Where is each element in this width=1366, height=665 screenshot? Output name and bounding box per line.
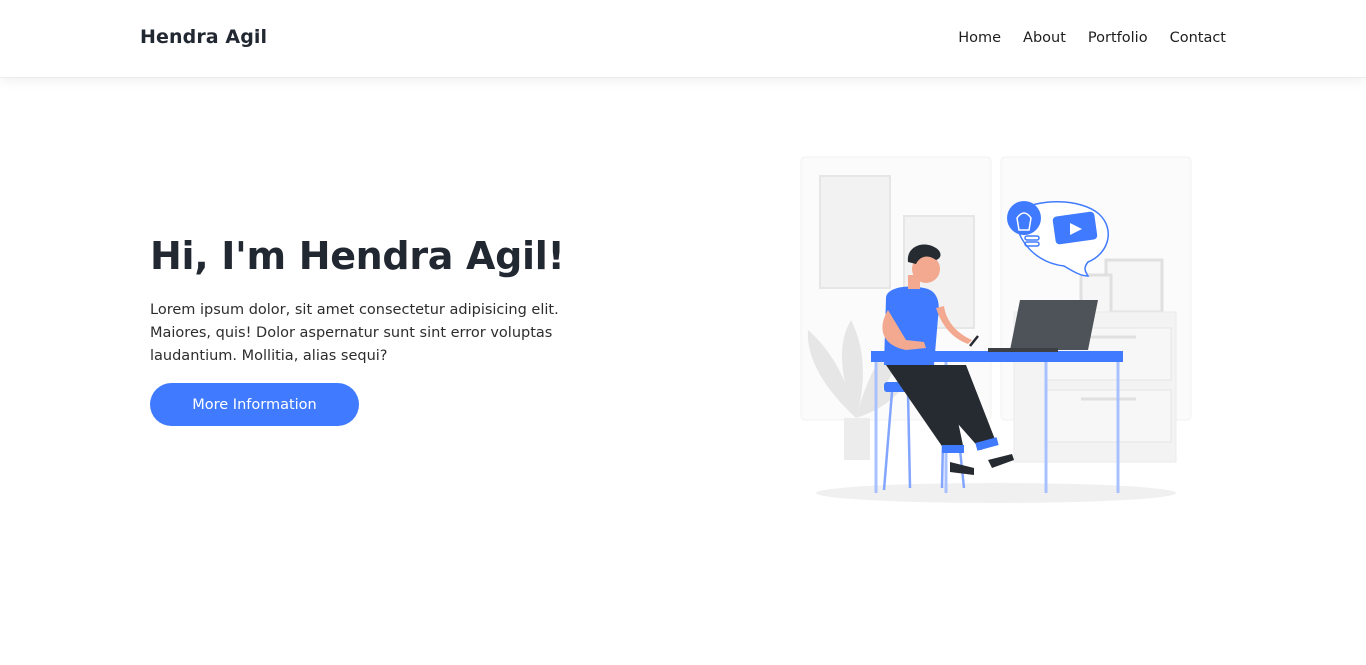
hero-description: Lorem ipsum dolor, sit amet consectetur … (150, 302, 559, 364)
nav-link-contact[interactable]: Contact (1170, 30, 1226, 46)
navbar: Hendra Agil Home About Portfolio Contact (0, 0, 1366, 78)
nav-link-portfolio[interactable]: Portfolio (1088, 30, 1148, 46)
more-information-button[interactable]: More Information (150, 383, 359, 426)
wall-frame-1 (819, 175, 891, 289)
hero-title: Hi, I'm Hendra Agil! (150, 234, 565, 278)
nav-link-about[interactable]: About (1023, 30, 1066, 46)
video-play-icon (1052, 211, 1098, 245)
floor-shadow (816, 483, 1176, 503)
nav-link-home[interactable]: Home (958, 30, 1001, 46)
picture-frame-back (1104, 258, 1164, 314)
nav-menu: Home About Portfolio Contact (958, 30, 1226, 46)
brand-logo[interactable]: Hendra Agil (140, 26, 267, 48)
person-working-at-laptop-illustration (800, 156, 1192, 503)
